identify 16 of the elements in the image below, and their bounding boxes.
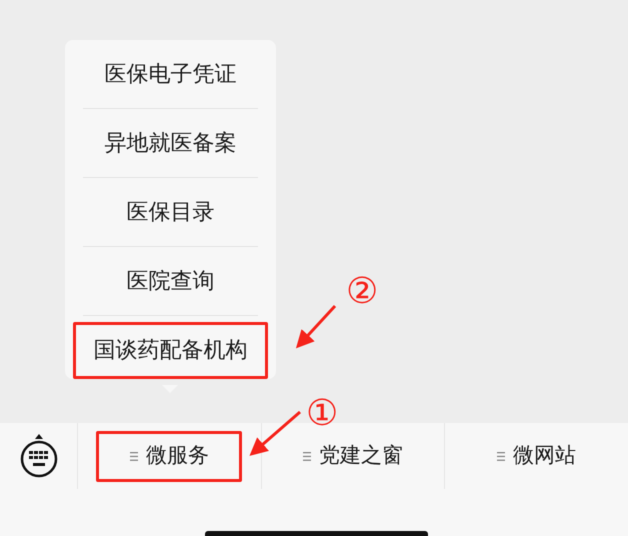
submenu-item[interactable]: 医保目录 [83, 178, 258, 247]
menu-tab[interactable]: 党建之窗 [280, 430, 426, 482]
annotation-number: ① [306, 396, 338, 432]
menu-icon [497, 452, 506, 460]
submenu-item[interactable]: 医院查询 [83, 247, 258, 316]
annotation-arrow [249, 410, 301, 456]
keyboard-icon[interactable] [20, 434, 58, 478]
menu-icon [303, 452, 311, 460]
menu-icon [130, 452, 138, 460]
menu-tab[interactable]: 微服务 [96, 430, 242, 482]
annotation-arrow [296, 304, 336, 348]
menu-tab[interactable]: 微网站 [464, 430, 610, 482]
submenu-item[interactable]: 国谈药配备机构 [73, 322, 268, 379]
annotation-number: ② [346, 274, 378, 310]
submenu-item[interactable]: 异地就医备案 [83, 109, 258, 178]
submenu-item[interactable]: 医保电子凭证 [83, 40, 258, 109]
